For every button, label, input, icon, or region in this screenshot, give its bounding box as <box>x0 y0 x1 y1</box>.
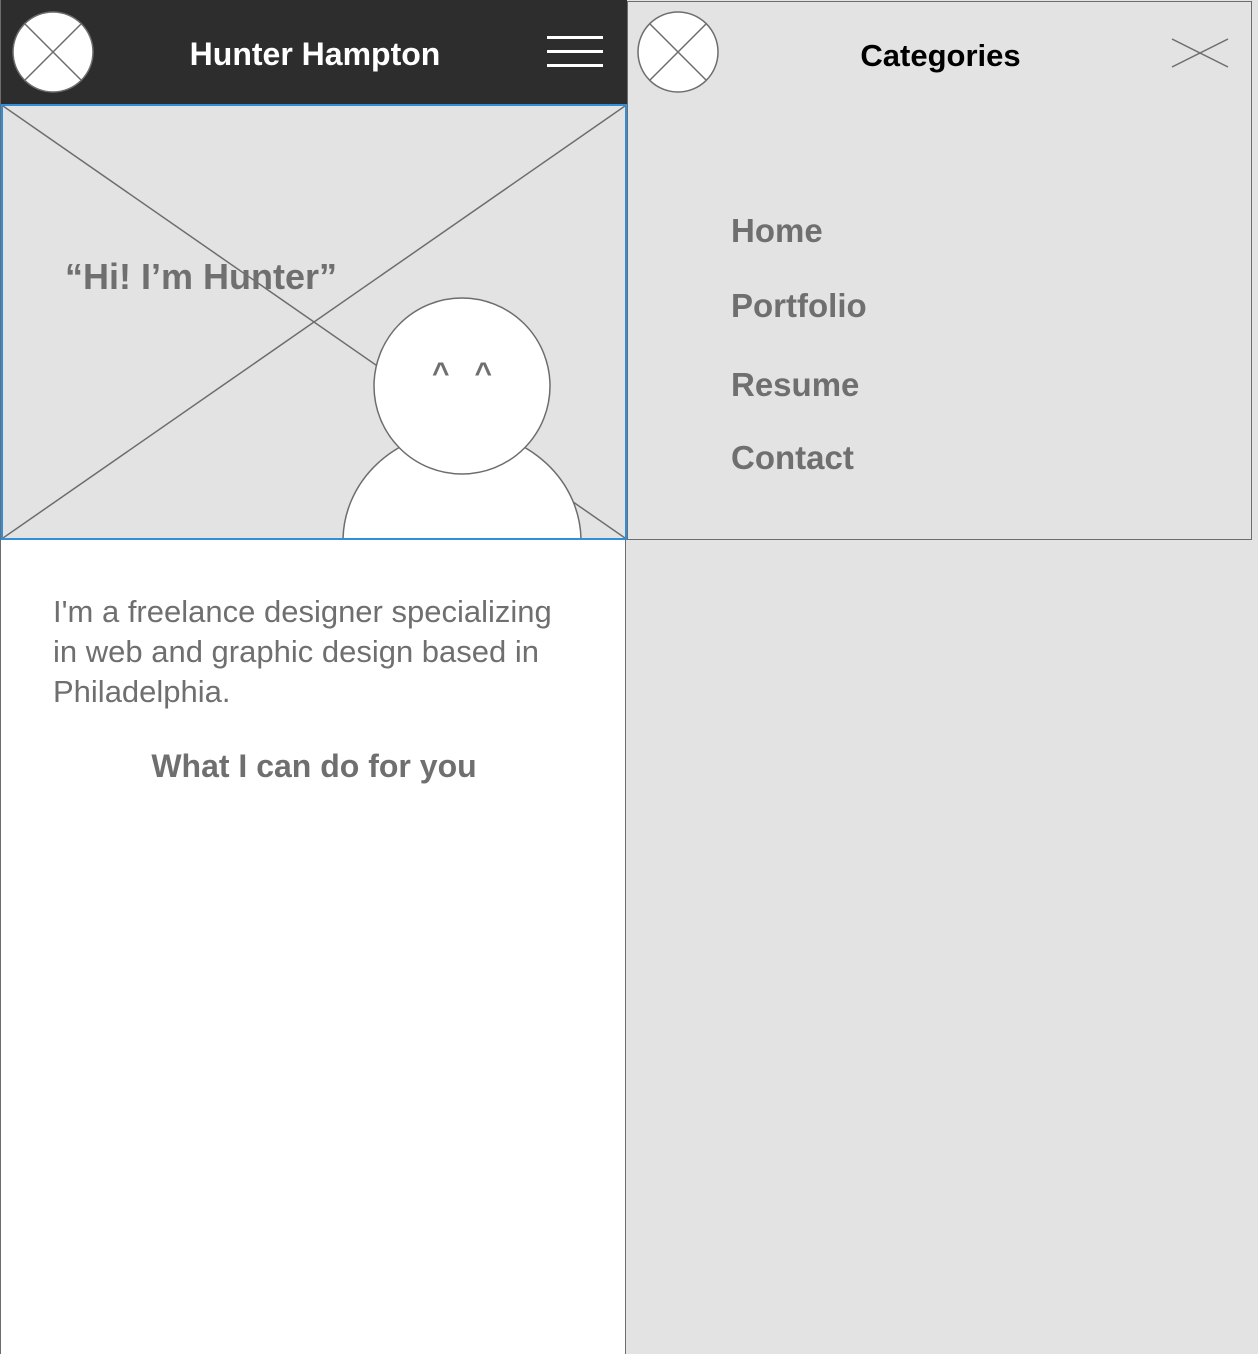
avatar-face: ^ ^ <box>432 357 492 390</box>
mobile-page-frame: Hunter Hampton “Hi! I’m Hunter” ^ ^ I'm … <box>0 0 627 1354</box>
categories-menu-panel: Categories Home Portfolio Resume Contact <box>627 1 1252 540</box>
menu-item-home[interactable]: Home <box>731 211 823 251</box>
avatar-illustration: ^ ^ <box>333 291 593 538</box>
menu-item-resume[interactable]: Resume <box>731 365 859 405</box>
site-header: Hunter Hampton <box>1 0 627 104</box>
menu-item-contact[interactable]: Contact <box>731 438 854 478</box>
hero-quote: “Hi! I’m Hunter” <box>65 256 338 297</box>
logo-icon[interactable] <box>637 11 719 93</box>
hero-image-placeholder: “Hi! I’m Hunter” ^ ^ <box>1 104 627 540</box>
hamburger-menu-icon[interactable] <box>547 36 603 70</box>
logo-icon[interactable] <box>12 11 94 93</box>
site-title: Hunter Hampton <box>189 36 441 72</box>
close-icon[interactable] <box>1171 38 1229 68</box>
services-heading: What I can do for you <box>151 748 477 784</box>
intro-paragraph: I'm a freelance designer specializing in… <box>53 594 552 709</box>
menu-item-portfolio[interactable]: Portfolio <box>731 286 867 326</box>
menu-title: Categories <box>860 38 1021 73</box>
